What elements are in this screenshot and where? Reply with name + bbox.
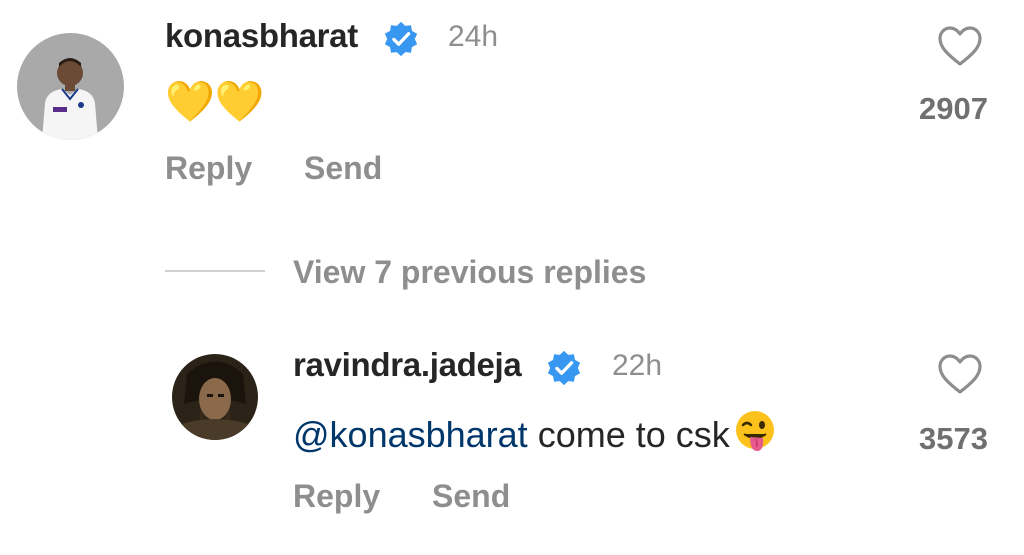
reply-timestamp: 22h (612, 349, 663, 382)
comment-text: 💛💛 (165, 78, 265, 125)
avatar-konasbharat[interactable] (17, 33, 124, 140)
send-button[interactable]: Send (304, 150, 382, 187)
emoji-yellow-heart: 💛💛 (165, 80, 265, 124)
reply-body-text: come to csk (527, 414, 730, 455)
view-previous-replies-button[interactable]: View 7 previous replies (293, 254, 646, 291)
reply-username[interactable]: ravindra.jadeja (293, 346, 522, 384)
comment-timestamp: 24h (448, 20, 499, 53)
like-count: 2907 (919, 91, 988, 126)
verified-badge-icon (545, 349, 583, 392)
replies-divider (165, 270, 265, 272)
comments-page: konasbharat 24h 💛💛 2907 Reply Send View … (0, 0, 1024, 555)
reply-text: @konasbharat come to csk (293, 409, 778, 464)
avatar-ravindra-jadeja[interactable] (172, 354, 258, 440)
winking-tongue-emoji-icon (732, 409, 778, 464)
heart-outline-icon[interactable] (937, 353, 983, 400)
reply-like-count: 3573 (919, 421, 988, 456)
comment-username[interactable]: konasbharat (165, 17, 358, 55)
send-button[interactable]: Send (432, 478, 510, 515)
reply-button[interactable]: Reply (293, 478, 380, 515)
mention-link[interactable]: @konasbharat (293, 414, 528, 455)
verified-badge-icon (382, 20, 420, 63)
reply-button[interactable]: Reply (165, 150, 252, 187)
heart-outline-icon[interactable] (937, 25, 983, 72)
